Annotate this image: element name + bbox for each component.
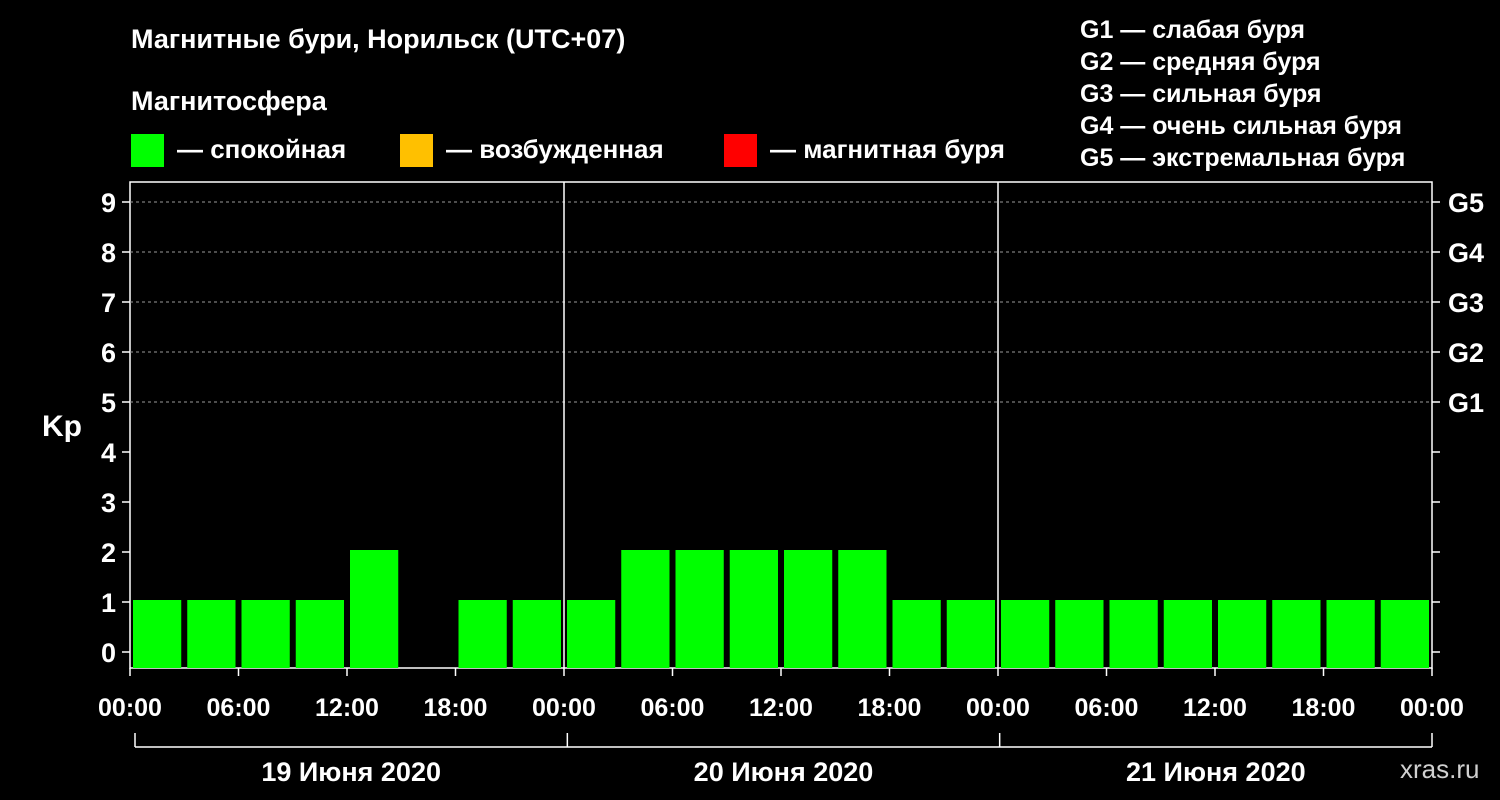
x-tick-label: 18:00: [858, 694, 922, 722]
y-tick-label: 5: [101, 388, 116, 418]
kp-chart: 0 1 2 3 4 5 6 7 8 9 G1 G2 G3 G4 G5 00:00 06:00 12:00 18:00…: [98, 181, 1484, 787]
kp-bar: [1326, 600, 1375, 668]
kp-bar: [567, 600, 616, 668]
kp-bar: [892, 600, 941, 668]
watermark: xras.ru: [1400, 754, 1480, 784]
plot-frame: [129, 181, 1433, 669]
kp-bar: [784, 550, 833, 668]
y-tick-label: 4: [101, 438, 116, 468]
y-tick-label: 7: [101, 288, 116, 318]
x-tick-label: 00:00: [532, 694, 596, 722]
kp-bar: [675, 550, 724, 668]
y-tick-label: 1: [101, 588, 116, 618]
y-tick-label: 3: [101, 488, 116, 518]
kp-bar: [1163, 600, 1212, 668]
kp-bar: [350, 550, 399, 668]
kp-bar: [838, 550, 887, 668]
kp-bar: [1218, 600, 1267, 668]
g-level-label: G4: [1448, 238, 1484, 268]
kp-bar: [241, 600, 290, 668]
g-level-label: G3: [1448, 288, 1484, 318]
kp-bar: [729, 550, 778, 668]
kp-bar: [1001, 600, 1050, 668]
kp-bar: [458, 600, 507, 668]
x-tick-label: 06:00: [1075, 694, 1139, 722]
g-level-label: G5: [1448, 188, 1484, 218]
x-tick-label: 00:00: [98, 694, 162, 722]
day-label: 19 Июня 2020: [261, 757, 441, 787]
x-tick-label: 06:00: [207, 694, 271, 722]
kp-bar: [1380, 600, 1429, 668]
x-tick-label: 06:00: [641, 694, 705, 722]
y-tick-label: 9: [101, 188, 116, 218]
kp-bar: [295, 600, 344, 668]
y-tick-label: 0: [101, 638, 116, 668]
g-level-label: G2: [1448, 338, 1484, 368]
kp-bar: [946, 600, 995, 668]
x-tick-label: 00:00: [1400, 694, 1464, 722]
kp-bar: [512, 600, 561, 668]
day-label: 21 Июня 2020: [1126, 757, 1306, 787]
kp-bar: [1055, 600, 1104, 668]
g-level-label: G1: [1448, 388, 1484, 418]
y-tick-label: 2: [101, 538, 116, 568]
day-label: 20 Июня 2020: [694, 757, 874, 787]
x-tick-label: 12:00: [749, 694, 813, 722]
kp-bar: [133, 600, 182, 668]
x-tick-label: 18:00: [424, 694, 488, 722]
kp-bar: [1109, 600, 1158, 668]
y-tick-label: 8: [101, 238, 116, 268]
kp-bar: [621, 550, 670, 668]
kp-bar: [1272, 600, 1321, 668]
x-tick-label: 18:00: [1292, 694, 1356, 722]
kp-bar: [187, 600, 236, 668]
x-tick-label: 00:00: [966, 694, 1030, 722]
x-tick-label: 12:00: [315, 694, 379, 722]
y-tick-label: 6: [101, 338, 116, 368]
x-tick-label: 12:00: [1183, 694, 1247, 722]
